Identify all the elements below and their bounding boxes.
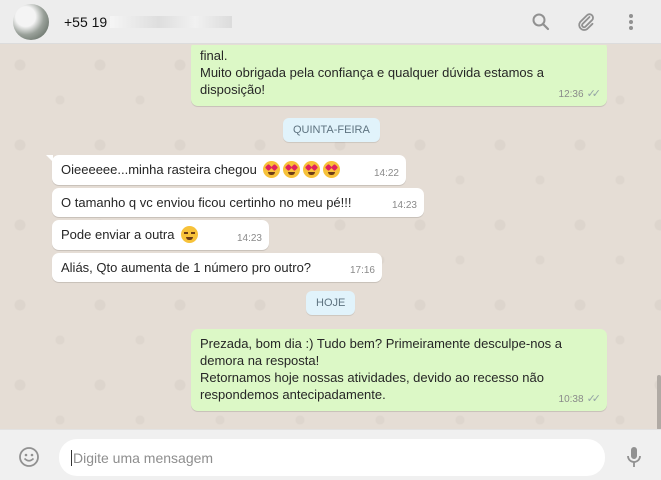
composer <box>0 429 661 480</box>
message-time: 14:22 <box>373 168 399 179</box>
message-list[interactable]: final. Muito obrigada pela confiança e q… <box>0 45 661 429</box>
message-text: Oieeeeee...minha rasteira chegou <box>61 162 257 177</box>
outgoing-message: Prezada, bom dia :) Tudo bem? Primeirame… <box>191 329 607 411</box>
message-time: 10:38 <box>558 394 584 405</box>
contact-name[interactable]: +55 19 <box>64 14 233 30</box>
search-icon[interactable] <box>529 10 553 34</box>
message-time: 14:23 <box>236 233 262 244</box>
smirk-emoji-icon <box>181 226 199 243</box>
text-caret <box>71 449 72 466</box>
incoming-message: Oieeeeee...minha rasteira chegou 14:22 <box>46 155 406 185</box>
read-ticks-icon: ✓✓ <box>586 393 602 405</box>
message-text: Aliás, Qto aumenta de 1 número pro outro… <box>61 260 312 275</box>
incoming-message: Pode enviar a outra 14:23 <box>52 220 269 250</box>
scrollbar[interactable] <box>657 375 661 429</box>
heart-eyes-emoji-icon <box>323 161 341 178</box>
message-text: O tamanho q vc enviou ficou certinho no … <box>61 195 352 210</box>
message-text: Pode enviar a outra <box>61 227 175 242</box>
incoming-message: Aliás, Qto aumenta de 1 número pro outro… <box>52 253 382 282</box>
emoji-picker-icon[interactable] <box>17 445 41 469</box>
read-ticks-icon: ✓✓ <box>586 88 602 100</box>
redacted-number <box>110 16 233 28</box>
menu-icon[interactable] <box>619 10 643 34</box>
message-time: 12:36 <box>558 89 584 100</box>
attach-icon[interactable] <box>574 10 598 34</box>
heart-eyes-emoji-icon <box>263 161 281 178</box>
message-input[interactable] <box>73 449 593 466</box>
message-time: 17:16 <box>349 265 375 276</box>
message-text: final. Muito obrigada pela confiança e q… <box>200 48 545 97</box>
message-time: 14:23 <box>391 200 417 211</box>
incoming-message: O tamanho q vc enviou ficou certinho no … <box>52 188 424 217</box>
day-separator: QUINTA-FEIRA <box>283 118 380 142</box>
message-input-wrapper[interactable] <box>59 439 605 476</box>
contact-avatar[interactable] <box>13 4 49 40</box>
microphone-icon[interactable] <box>622 445 646 469</box>
outgoing-message: final. Muito obrigada pela confiança e q… <box>191 45 607 106</box>
heart-eyes-emoji-icon <box>303 161 321 178</box>
heart-eyes-emoji-icon <box>283 161 301 178</box>
chat-header: +55 19 <box>0 0 661 44</box>
contact-phone: +55 19 <box>64 14 108 30</box>
day-separator: HOJE <box>306 291 356 315</box>
message-text: Prezada, bom dia :) Tudo bem? Primeirame… <box>200 336 563 402</box>
